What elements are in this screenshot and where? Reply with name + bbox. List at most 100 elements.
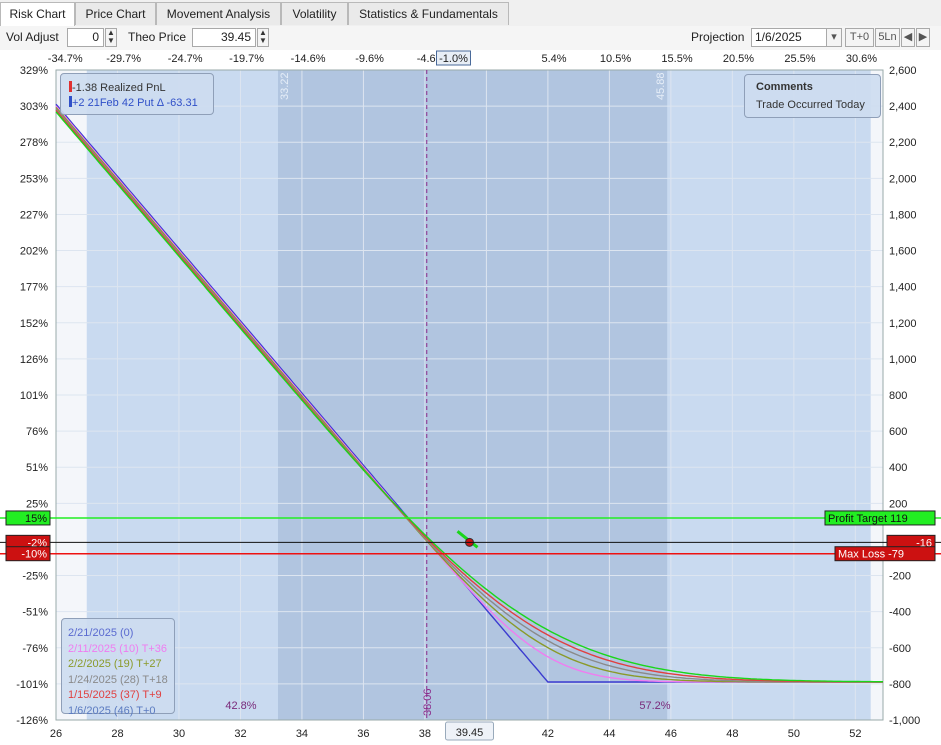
x-tick-label: 46 — [665, 728, 677, 740]
projection-date-input[interactable]: 1/6/2025 — [751, 28, 827, 47]
x-tick-label: 52 — [849, 728, 861, 740]
breakeven-label: 38.06 — [422, 688, 434, 716]
y-right-tick-label: 1,400 — [889, 282, 917, 294]
tab-volatility[interactable]: Volatility — [281, 2, 348, 25]
max-loss-pct: -10% — [21, 549, 47, 561]
y-right-tick-label: 600 — [889, 426, 907, 438]
y-right-tick-label: 1,600 — [889, 246, 917, 258]
ln-button[interactable]: 5Ln — [875, 28, 900, 47]
y-left-tick-label: 202% — [20, 246, 48, 258]
realized-pnl-row: -1.38 Realized PnL — [69, 81, 166, 94]
x-tick-label: 26 — [50, 728, 62, 740]
profit-target-pct: 15% — [25, 513, 47, 525]
current-price-label: 39.45 — [456, 727, 484, 739]
x-top-pct-label: 5.4% — [542, 53, 567, 65]
x-tick-label: 34 — [296, 728, 308, 740]
comments-box: Comments Trade Occurred Today — [744, 74, 881, 118]
tab-bar: Risk Chart Price Chart Movement Analysis… — [0, 0, 941, 27]
profit-target-label: Profit Target 119 — [828, 513, 908, 525]
x-top-pct-label: 25.5% — [784, 53, 815, 65]
x-tick-label: 42 — [542, 728, 554, 740]
y-left-tick-label: 177% — [20, 282, 48, 294]
sd-lower-label: 33.22 — [279, 72, 291, 100]
x-top-pct-label: -29.7% — [106, 53, 141, 65]
y-left-tick-label: -51% — [22, 607, 48, 619]
y-right-tick-label: 1,200 — [889, 318, 917, 330]
x-top-pct-label: -19.7% — [229, 53, 264, 65]
realized-pnl-text: -1.38 Realized PnL — [72, 82, 166, 94]
legend-item-1[interactable]: 2/11/2025 (10) T+36 — [68, 642, 168, 658]
y-left-tick-label: 25% — [26, 498, 48, 510]
prob-below-label: 42.8% — [225, 700, 256, 712]
y-right-tick-label: -200 — [889, 571, 911, 583]
legend-box: 2/21/2025 (0) 2/11/2025 (10) T+36 2/2/2025… — [61, 618, 175, 717]
y-right-tick-label: -800 — [889, 679, 911, 691]
y-right-tick-label: 1,000 — [889, 354, 917, 366]
y-left-tick-label: 253% — [20, 173, 48, 185]
y-left-tick-label: 51% — [26, 462, 48, 474]
sd-upper-label: 45.88 — [655, 72, 667, 100]
comments-text: Trade Occurred Today — [756, 99, 865, 111]
y-left-tick-label: -76% — [22, 643, 48, 655]
y-left-tick-label: -101% — [16, 679, 48, 691]
toolbar: Vol Adjust 0 ▲ ▼ Theo Price 39.45 ▲ ▼ Proj… — [0, 26, 941, 50]
x-tick-label: 32 — [234, 728, 246, 740]
x-tick-label: 36 — [357, 728, 369, 740]
comments-title: Comments — [756, 81, 813, 93]
x-top-pct-label: -14.6% — [291, 53, 326, 65]
x-top-pct-label: -24.7% — [168, 53, 203, 65]
theo-price-label: Theo Price — [128, 30, 187, 44]
legend-item-3[interactable]: 1/24/2025 (28) T+18 — [68, 673, 168, 689]
prob-above-label: 57.2% — [639, 700, 670, 712]
legend-item-2[interactable]: 2/2/2025 (19) T+27 — [68, 657, 168, 673]
y-left-tick-label: 278% — [20, 137, 48, 149]
theo-price-input[interactable]: 39.45 — [192, 28, 256, 47]
tab-price-chart[interactable]: Price Chart — [75, 2, 156, 25]
current-pct-label: -1.0% — [439, 53, 468, 65]
tab-risk-chart[interactable]: Risk Chart — [0, 2, 75, 26]
y-right-tick-label: 1,800 — [889, 209, 917, 221]
y-left-tick-label: 227% — [20, 209, 48, 221]
y-right-tick-label: 400 — [889, 462, 907, 474]
vol-adjust-label: Vol Adjust — [6, 30, 59, 44]
y-right-tick-label: 2,000 — [889, 173, 917, 185]
y-left-tick-label: 101% — [20, 390, 48, 402]
tab-statistics-fundamentals[interactable]: Statistics & Fundamentals — [348, 2, 509, 25]
x-top-pct-label: -9.6% — [355, 53, 384, 65]
projection-label: Projection — [691, 30, 745, 44]
theo-price-spinner[interactable]: ▲ ▼ — [257, 28, 269, 47]
tab-movement-analysis[interactable]: Movement Analysis — [156, 2, 281, 25]
legend-item-0[interactable]: 2/21/2025 (0) — [68, 626, 168, 642]
vol-adjust-spinner[interactable]: ▲ ▼ — [105, 28, 117, 47]
x-tick-label: 44 — [603, 728, 615, 740]
y-right-tick-label: 800 — [889, 390, 907, 402]
y-left-tick-label: 76% — [26, 426, 48, 438]
position-row: +2 21Feb 42 Put Δ -63.31 — [69, 96, 198, 109]
x-tick-label: 28 — [111, 728, 123, 740]
y-left-tick-label: -126% — [16, 715, 48, 727]
x-tick-label: 38 — [419, 728, 431, 740]
legend-item-4[interactable]: 1/15/2025 (37) T+9 — [68, 688, 168, 704]
next-arrow-icon[interactable]: ▶ — [916, 28, 930, 47]
y-left-tick-label: -25% — [22, 571, 48, 583]
x-top-pct-label: 20.5% — [723, 53, 754, 65]
y-right-tick-label: 200 — [889, 498, 907, 510]
vol-adjust-input[interactable]: 0 — [67, 28, 104, 47]
y-left-tick-label: 303% — [20, 101, 48, 113]
x-tick-label: 50 — [788, 728, 800, 740]
legend-item-5[interactable]: 1/6/2025 (46) T+0 — [68, 704, 168, 720]
x-top-pct-label: -34.7% — [48, 53, 83, 65]
position-text: +2 21Feb 42 Put Δ -63.31 — [72, 97, 198, 109]
prev-arrow-icon[interactable]: ◀ — [901, 28, 915, 47]
y-left-tick-label: 152% — [20, 318, 48, 330]
y-right-tick-label: 2,200 — [889, 137, 917, 149]
y-right-tick-label: -400 — [889, 607, 911, 619]
position-info-box: -1.38 Realized PnL +2 21Feb 42 Put Δ -63… — [60, 73, 214, 115]
y-right-tick-label: 2,600 — [889, 65, 917, 77]
y-right-tick-label: -600 — [889, 643, 911, 655]
y-right-tick-label: 2,400 — [889, 101, 917, 113]
t-plus-button[interactable]: T+0 — [845, 28, 874, 47]
y-left-tick-label: 126% — [20, 354, 48, 366]
projection-dropdown-icon[interactable]: ▾ — [826, 28, 842, 47]
x-top-pct-label: 30.6% — [846, 53, 877, 65]
